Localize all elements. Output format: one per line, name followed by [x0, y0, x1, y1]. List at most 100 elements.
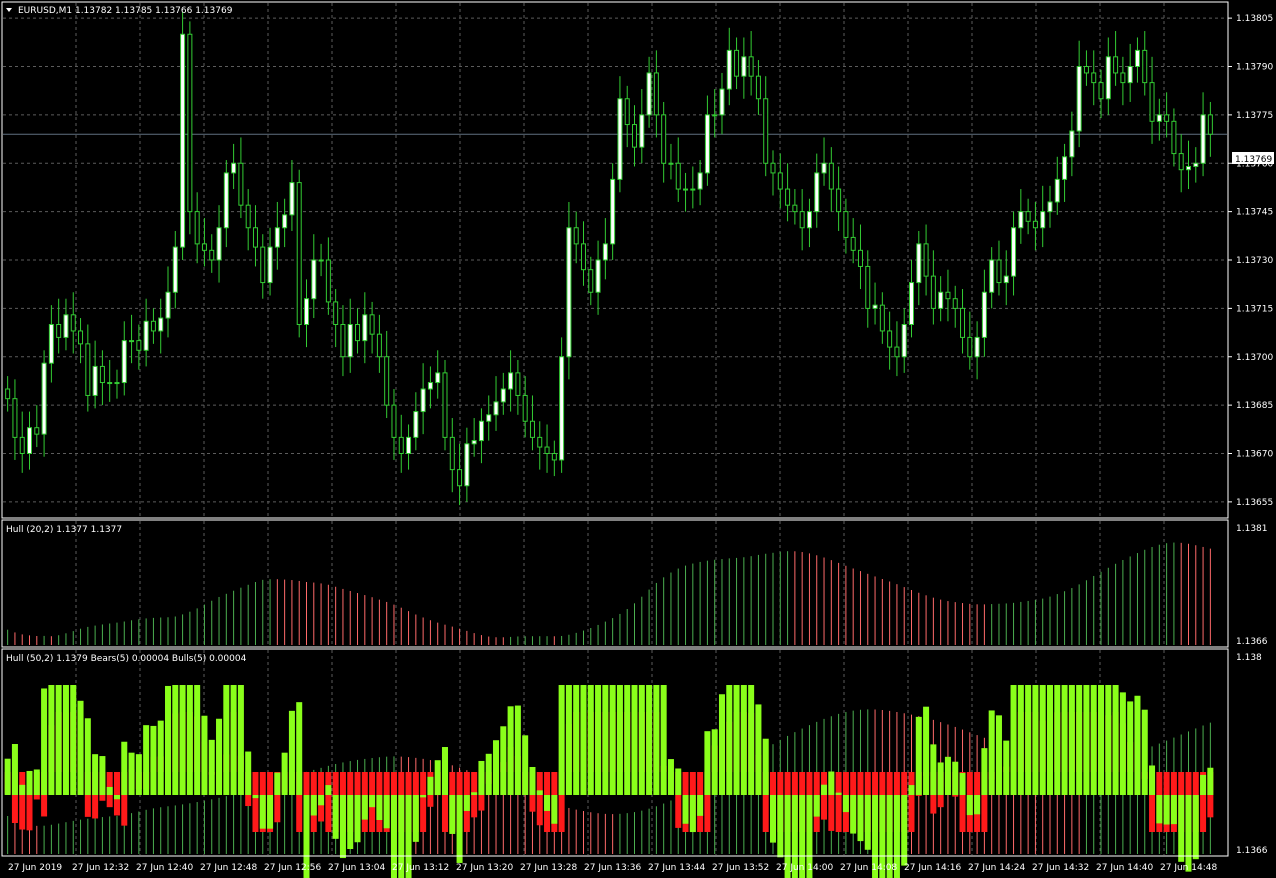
bulls-bar	[11, 744, 18, 795]
bulls-bar	[631, 685, 638, 795]
candle-bear	[376, 333, 382, 358]
bulls-bar	[675, 768, 682, 795]
bulls-bar	[915, 716, 922, 795]
indicator-tick-label: 1.1381	[1236, 524, 1268, 534]
candle-bear	[777, 172, 783, 190]
candle-bull	[872, 304, 878, 309]
bulls-bar	[26, 770, 33, 795]
bulls-bar	[944, 756, 951, 795]
bulls-bar	[194, 685, 201, 795]
bulls-bar	[383, 795, 390, 829]
candle-bull	[500, 388, 506, 403]
bulls-bar	[99, 756, 106, 795]
bulls-bar	[70, 685, 77, 795]
candle-bear	[857, 249, 863, 267]
bulls-bar	[988, 710, 995, 795]
bulls-bar	[930, 744, 937, 795]
candle-bear	[580, 243, 586, 271]
candle-bear	[1164, 114, 1170, 122]
bulls-bar	[478, 760, 485, 795]
triangle-down-icon[interactable]	[6, 8, 12, 12]
candle-bear	[252, 227, 258, 248]
candle-bull	[1003, 275, 1009, 284]
candle-bull	[362, 314, 368, 342]
bulls-bar	[157, 720, 164, 795]
bulls-bar	[966, 795, 973, 816]
bulls-bar	[755, 704, 762, 795]
bears-bar	[113, 772, 120, 816]
time-label: 27 Jun 13:04	[328, 863, 385, 873]
candle-bull	[48, 324, 54, 364]
candle-bear	[1083, 66, 1089, 74]
candle-bull	[901, 324, 907, 358]
bulls-bears-histogram	[4, 685, 1214, 878]
bulls-bar	[332, 795, 339, 839]
time-label: 27 Jun 12:32	[72, 863, 129, 873]
candle-bull	[121, 340, 127, 384]
bulls-bar	[113, 795, 120, 800]
bulls-bar	[624, 685, 631, 795]
bulls-bar	[456, 795, 463, 863]
bulls-bar	[558, 685, 565, 795]
candle-bear	[70, 314, 76, 332]
bulls-bar	[1163, 795, 1170, 825]
candle-bear	[398, 436, 404, 454]
candle-bear	[99, 365, 105, 384]
bulls-bar	[1098, 685, 1105, 795]
price-tick-label: 1.13745	[1236, 208, 1273, 218]
bulls-bar	[1141, 709, 1148, 795]
candle-bull	[646, 72, 652, 116]
candle-bull	[427, 382, 433, 390]
bulls-bar	[821, 784, 828, 795]
candle-series	[5, 11, 1213, 506]
candle-bull	[129, 340, 135, 343]
bulls-bar	[318, 795, 325, 806]
bulls-bar	[354, 795, 361, 843]
bulls-bar	[339, 795, 346, 859]
bulls-bar	[937, 762, 944, 795]
terminal-chart-window[interactable]: 27 Jun 2019 27 Jun 12:32 27 Jun 12:40 27 Ju…	[0, 0, 1276, 878]
candle-bull	[1040, 211, 1046, 229]
candle-bull	[318, 259, 324, 262]
bulls-bar	[1207, 767, 1214, 795]
bulls-bar	[995, 715, 1002, 795]
candle-bear	[5, 388, 11, 400]
candle-bear	[150, 320, 156, 332]
bulls-bar	[281, 752, 288, 795]
candle-bull	[617, 98, 623, 180]
bears-bar	[908, 772, 915, 832]
candle-bear	[355, 324, 361, 342]
candle-bear	[238, 162, 244, 206]
candle-bear	[894, 346, 900, 358]
candle-bear	[661, 114, 667, 164]
candle-bear	[449, 436, 455, 471]
bulls-bar	[1046, 685, 1053, 795]
candle-bull	[216, 227, 222, 261]
bulls-bar	[165, 685, 172, 795]
time-label: 27 Jun 13:12	[392, 863, 449, 873]
time-label: 27 Jun 14:40	[1096, 863, 1153, 873]
candle-bear	[340, 324, 346, 358]
bears-bar	[835, 772, 842, 832]
bulls-bar	[762, 738, 769, 795]
price-tick-label: 1.13715	[1236, 304, 1273, 314]
candle-bear	[544, 446, 550, 454]
candle-bear	[952, 298, 958, 309]
candle-bull	[1076, 66, 1082, 132]
candle-bull	[1156, 114, 1162, 122]
candle-bear	[1142, 49, 1148, 84]
bulls-bar	[121, 741, 128, 795]
bulls-bar	[143, 725, 150, 795]
bulls-bar	[4, 758, 11, 795]
bulls-bar	[84, 718, 91, 795]
candle-bull	[981, 291, 987, 338]
bulls-bar	[420, 795, 427, 798]
bulls-bar	[434, 760, 441, 795]
candle-bull	[741, 56, 747, 77]
bulls-bar	[522, 735, 529, 795]
indicator-tick-label: 1.138	[1236, 653, 1262, 663]
bulls-bar	[493, 740, 500, 795]
bulls-bar	[1185, 795, 1192, 872]
candle-bull	[180, 33, 186, 248]
candle-bear	[457, 469, 463, 487]
